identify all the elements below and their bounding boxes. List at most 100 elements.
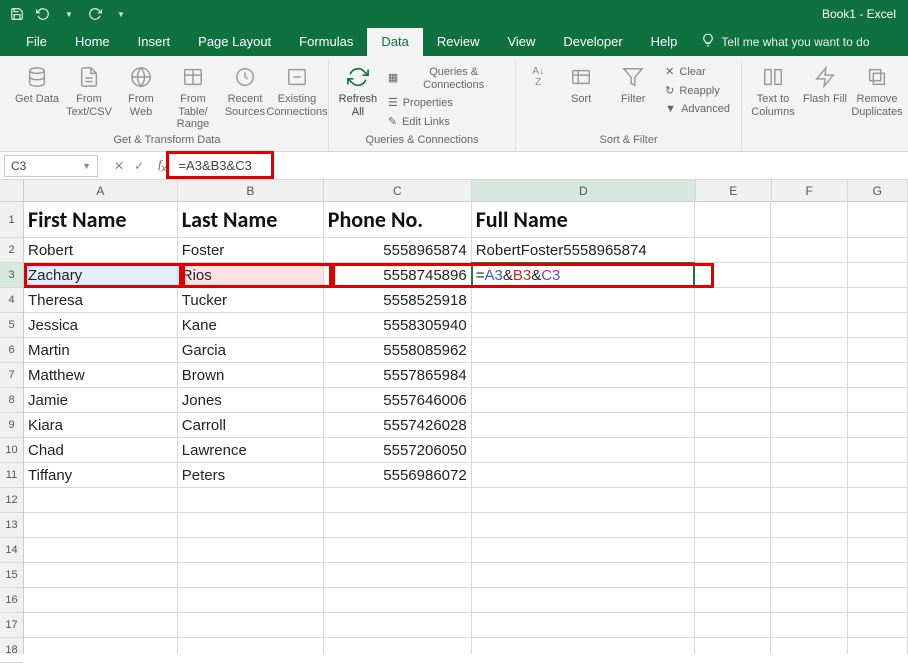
cell[interactable] bbox=[472, 513, 696, 538]
col-header[interactable]: E bbox=[696, 180, 772, 201]
clear-button[interactable]: ✕Clear bbox=[662, 64, 733, 81]
cell[interactable] bbox=[324, 563, 472, 588]
cell[interactable] bbox=[848, 513, 908, 538]
cell[interactable] bbox=[178, 613, 324, 638]
cell[interactable] bbox=[848, 613, 908, 638]
cell[interactable] bbox=[771, 363, 847, 388]
cell[interactable] bbox=[472, 563, 696, 588]
cell[interactable] bbox=[695, 513, 771, 538]
cell[interactable] bbox=[848, 413, 908, 438]
cell[interactable] bbox=[848, 488, 908, 513]
fx-icon[interactable]: fx bbox=[156, 157, 172, 174]
cell[interactable]: 5556986072 bbox=[324, 463, 472, 488]
namebox-dropdown-icon[interactable]: ▼ bbox=[82, 161, 91, 171]
from-web-button[interactable]: From Web bbox=[118, 62, 164, 118]
cell[interactable] bbox=[771, 288, 847, 313]
cell[interactable] bbox=[695, 363, 771, 388]
cell[interactable] bbox=[324, 538, 472, 563]
cell[interactable] bbox=[695, 563, 771, 588]
cell[interactable]: Full Name bbox=[472, 202, 696, 238]
cell[interactable] bbox=[848, 313, 908, 338]
cell[interactable] bbox=[771, 438, 847, 463]
cell[interactable] bbox=[472, 613, 696, 638]
cell[interactable] bbox=[848, 638, 908, 654]
cell[interactable]: Theresa bbox=[24, 288, 178, 313]
cell[interactable] bbox=[472, 413, 696, 438]
cell[interactable] bbox=[771, 202, 847, 238]
cell[interactable]: 5557426028 bbox=[324, 413, 472, 438]
from-csv-button[interactable]: From Text/CSV bbox=[66, 62, 112, 118]
cell[interactable] bbox=[24, 613, 178, 638]
cell[interactable] bbox=[695, 238, 771, 263]
cell[interactable]: Kane bbox=[178, 313, 324, 338]
row-header[interactable]: 1 bbox=[0, 202, 23, 238]
flash-fill-button[interactable]: Flash Fill bbox=[802, 62, 848, 106]
cell[interactable] bbox=[695, 488, 771, 513]
cell[interactable] bbox=[178, 588, 324, 613]
name-box[interactable]: C3 ▼ bbox=[4, 155, 98, 177]
cell[interactable] bbox=[472, 313, 696, 338]
cell[interactable] bbox=[472, 538, 696, 563]
cell[interactable] bbox=[848, 338, 908, 363]
cell[interactable] bbox=[848, 263, 908, 288]
cell[interactable] bbox=[695, 438, 771, 463]
col-header[interactable]: F bbox=[772, 180, 848, 201]
row-header[interactable]: 11 bbox=[0, 463, 23, 488]
cell[interactable] bbox=[695, 338, 771, 363]
cell[interactable] bbox=[472, 638, 696, 654]
row-header[interactable]: 5 bbox=[0, 313, 23, 338]
cell[interactable]: Jones bbox=[178, 388, 324, 413]
cell[interactable] bbox=[848, 463, 908, 488]
row-header[interactable]: 8 bbox=[0, 388, 23, 413]
row-header[interactable]: 7 bbox=[0, 363, 23, 388]
cell[interactable]: Foster bbox=[178, 238, 324, 263]
cell[interactable] bbox=[695, 202, 771, 238]
cell[interactable]: 5558745896 bbox=[324, 263, 472, 288]
cell[interactable]: Tiffany bbox=[24, 463, 178, 488]
advanced-button[interactable]: ▼Advanced bbox=[662, 101, 733, 118]
cell[interactable] bbox=[771, 263, 847, 288]
enter-icon[interactable]: ✓ bbox=[134, 159, 144, 173]
cell[interactable] bbox=[695, 638, 771, 654]
reapply-button[interactable]: ↻Reapply bbox=[662, 83, 733, 100]
col-header[interactable]: A bbox=[24, 180, 178, 201]
cell[interactable] bbox=[848, 202, 908, 238]
row-header[interactable]: 3 bbox=[0, 263, 23, 288]
row-header[interactable]: 4 bbox=[0, 288, 23, 313]
cell[interactable] bbox=[848, 288, 908, 313]
tab-review[interactable]: Review bbox=[423, 28, 494, 56]
spreadsheet-grid[interactable]: 1 2 3 4 5 6 7 8 9 10 11 12 13 14 15 16 1… bbox=[0, 180, 908, 654]
cell[interactable] bbox=[771, 588, 847, 613]
row-header[interactable]: 6 bbox=[0, 338, 23, 363]
cell[interactable] bbox=[24, 513, 178, 538]
qat-customize-icon[interactable]: ▼ bbox=[112, 5, 130, 23]
tab-home[interactable]: Home bbox=[61, 28, 124, 56]
row-header[interactable]: 12 bbox=[0, 488, 23, 513]
cell[interactable] bbox=[848, 588, 908, 613]
cell[interactable] bbox=[771, 413, 847, 438]
cell[interactable] bbox=[472, 488, 696, 513]
cell[interactable]: 5558525918 bbox=[324, 288, 472, 313]
redo-icon[interactable] bbox=[86, 5, 104, 23]
cell[interactable] bbox=[472, 438, 696, 463]
cell[interactable] bbox=[771, 388, 847, 413]
formula-input[interactable]: =A3&B3&C3 bbox=[172, 155, 908, 177]
cell[interactable] bbox=[695, 388, 771, 413]
select-all-corner[interactable] bbox=[0, 180, 23, 202]
cell[interactable]: 5557646006 bbox=[324, 388, 472, 413]
row-header[interactable]: 10 bbox=[0, 438, 23, 463]
row-header[interactable]: 2 bbox=[0, 238, 23, 263]
edit-links-button[interactable]: ✎Edit Links bbox=[385, 114, 507, 131]
cell[interactable] bbox=[771, 338, 847, 363]
cell[interactable]: Lawrence bbox=[178, 438, 324, 463]
cell[interactable] bbox=[178, 563, 324, 588]
cell[interactable] bbox=[771, 613, 847, 638]
existing-conn-button[interactable]: Existing Connections bbox=[274, 62, 320, 118]
cell[interactable]: 5557865984 bbox=[324, 363, 472, 388]
cell[interactable] bbox=[472, 288, 696, 313]
cell[interactable] bbox=[771, 238, 847, 263]
tab-page-layout[interactable]: Page Layout bbox=[184, 28, 285, 56]
refresh-all-button[interactable]: Refresh All bbox=[337, 62, 379, 118]
row-header[interactable]: 16 bbox=[0, 588, 23, 613]
cell[interactable] bbox=[695, 463, 771, 488]
